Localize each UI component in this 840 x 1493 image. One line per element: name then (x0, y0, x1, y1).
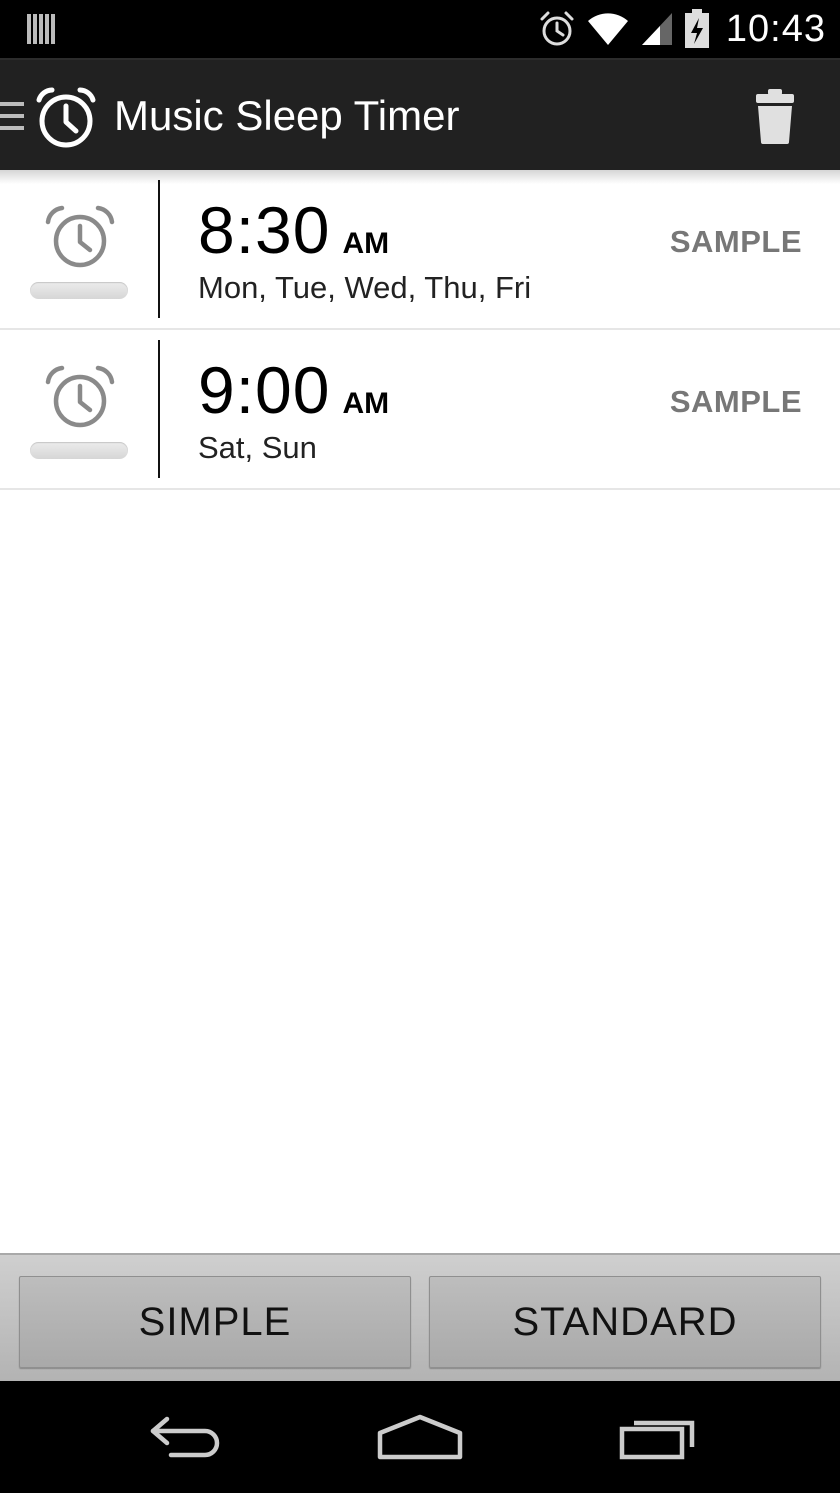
signal-icon (641, 13, 672, 45)
home-button[interactable] (372, 1411, 468, 1463)
alarm-ampm: AM (342, 227, 390, 260)
alarm-days: Mon, Tue, Wed, Thu, Fri (198, 270, 532, 305)
recents-icon (619, 1420, 695, 1460)
drawer-icon[interactable] (0, 100, 24, 132)
status-bar: 10:43 (0, 0, 840, 58)
app-title: Music Sleep Timer (114, 92, 460, 139)
alarm-toggle[interactable] (0, 170, 158, 328)
alarm-time: 8:30 AM (198, 192, 389, 268)
wifi-icon (587, 13, 628, 45)
simple-button[interactable]: SIMPLE (19, 1276, 411, 1368)
barcode-icon (27, 14, 55, 44)
back-icon (150, 1416, 220, 1458)
battery-charging-icon (684, 9, 709, 48)
back-button[interactable] (140, 1411, 232, 1463)
alarm-clock-icon (45, 205, 115, 268)
alarm-time-value: 8:30 (198, 193, 331, 267)
alarm-list: 8:30 AM Mon, Tue, Wed, Thu, Fri SAMPLE 9:… (0, 170, 840, 490)
status-time: 10:43 (725, 7, 826, 50)
alarm-label: SAMPLE (669, 384, 802, 419)
alarm-toggle-indicator (30, 282, 128, 299)
trash-icon (756, 89, 794, 144)
alarm-time-value: 9:00 (198, 353, 331, 427)
alarm-label: SAMPLE (669, 224, 802, 259)
delete-button[interactable] (740, 80, 810, 154)
home-icon (377, 1414, 463, 1460)
alarm-row[interactable]: 9:00 AM Sat, Sun SAMPLE (0, 330, 840, 490)
action-bar: Music Sleep Timer (0, 58, 840, 170)
alarm-status-icon (540, 11, 574, 46)
alarm-toggle[interactable] (0, 330, 158, 488)
alarm-days: Sat, Sun (198, 430, 317, 465)
divider (158, 180, 160, 318)
alarm-clock-icon (45, 365, 115, 428)
alarm-row[interactable]: 8:30 AM Mon, Tue, Wed, Thu, Fri SAMPLE (0, 170, 840, 330)
button-bar: SIMPLE STANDARD (0, 1253, 840, 1381)
navigation-bar (0, 1381, 840, 1493)
alarm-ampm: AM (342, 387, 390, 420)
alarm-clock-icon[interactable] (34, 86, 98, 150)
divider (158, 340, 160, 478)
alarm-time: 9:00 AM (198, 352, 389, 428)
alarm-toggle-indicator (30, 442, 128, 459)
standard-button[interactable]: STANDARD (429, 1276, 821, 1368)
recents-button[interactable] (610, 1411, 702, 1463)
